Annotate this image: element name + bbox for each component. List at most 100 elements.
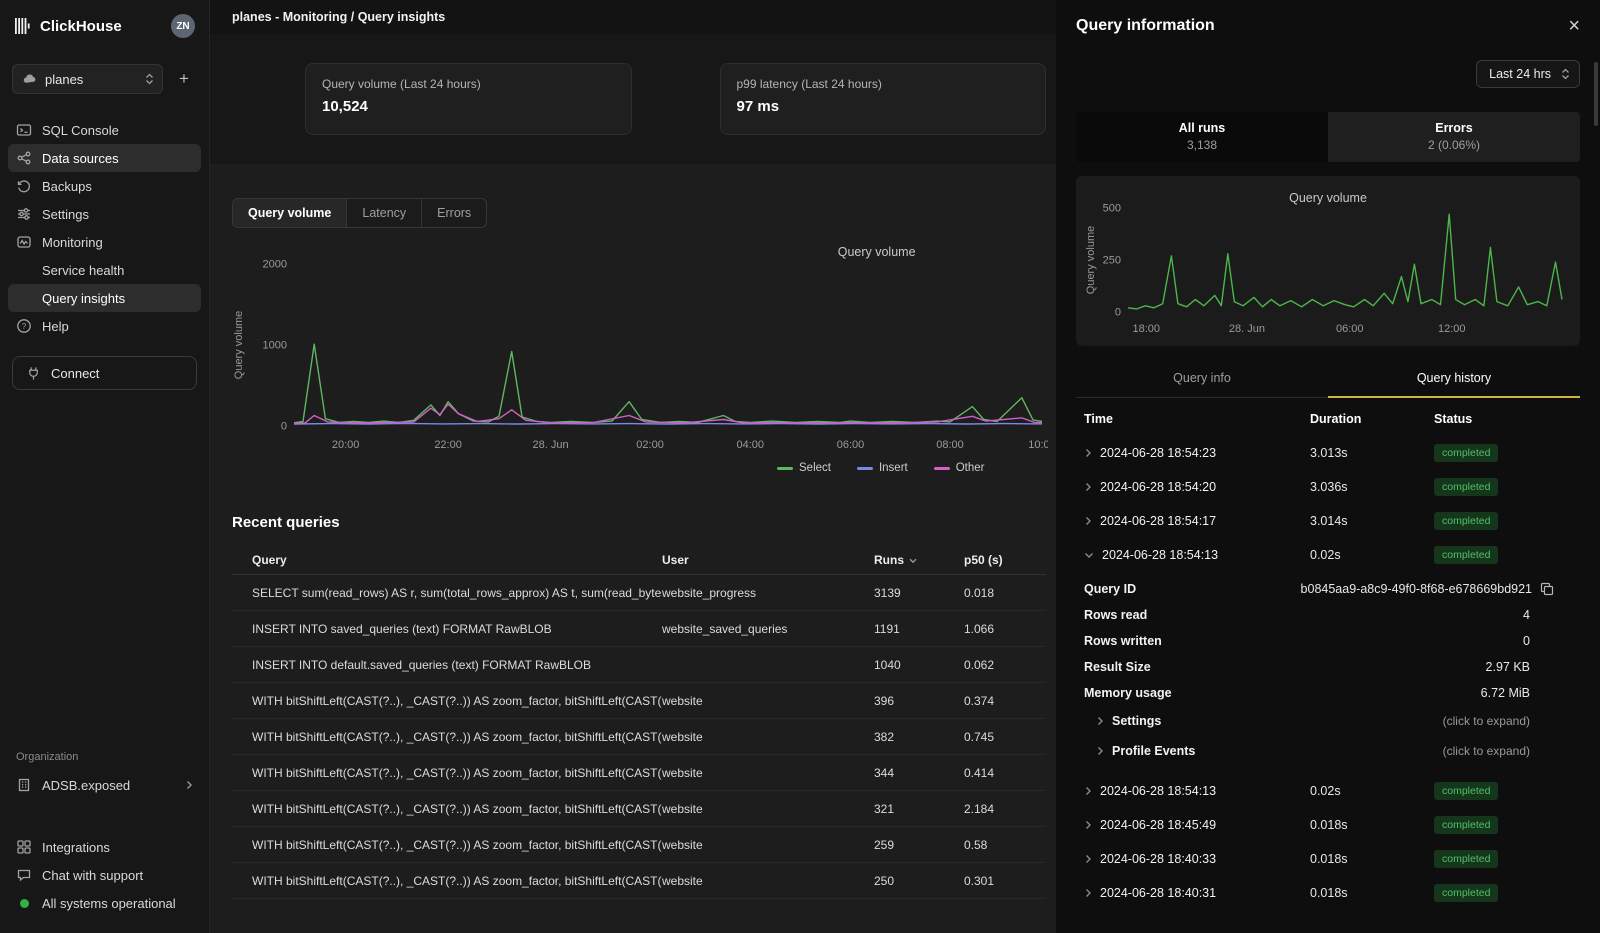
nav-label: Backups bbox=[42, 179, 92, 194]
recent-queries-title: Recent queries bbox=[232, 514, 1046, 531]
query-row[interactable]: WITH bitShiftLeft(CAST(?..), _CAST(?..))… bbox=[232, 863, 1046, 899]
col-header-query[interactable]: Query bbox=[232, 553, 662, 567]
query-row[interactable]: INSERT INTO default.saved_queries (text)… bbox=[232, 647, 1046, 683]
cloud-service-icon bbox=[21, 71, 37, 87]
panel-title: Query information bbox=[1076, 17, 1215, 35]
sidebar-item-query-insights[interactable]: Query insights bbox=[8, 284, 201, 312]
status-badge: completed bbox=[1434, 884, 1498, 902]
time-range-select[interactable]: Last 24 hrs bbox=[1476, 60, 1580, 88]
connect-button[interactable]: Connect bbox=[12, 356, 197, 390]
status-badge: completed bbox=[1434, 478, 1498, 496]
run-time: 2024-06-28 18:54:23 bbox=[1100, 446, 1216, 460]
detail-rows-written: Rows written 0 bbox=[1076, 628, 1580, 654]
detail-memory-usage: Memory usage 6.72 MiB bbox=[1076, 680, 1580, 706]
chevron-right-icon bbox=[1084, 888, 1092, 898]
legend-item[interactable]: Insert bbox=[857, 462, 908, 474]
run-duration: 3.036s bbox=[1310, 480, 1434, 494]
sidebar-item-system-status[interactable]: All systems operational bbox=[8, 889, 201, 917]
query-row[interactable]: SELECT sum(read_rows) AS r, sum(total_ro… bbox=[232, 575, 1046, 611]
chevron-right-icon bbox=[1096, 716, 1104, 726]
legend-item[interactable]: Other bbox=[934, 462, 985, 474]
query-cell: SELECT sum(read_rows) AS r, sum(total_ro… bbox=[232, 586, 662, 600]
sidebar-item-backups[interactable]: Backups bbox=[8, 172, 201, 200]
stat-card-query-volume: Query volume (Last 24 hours) 10,524 bbox=[305, 63, 632, 135]
sidebar-item-service-health[interactable]: Service health bbox=[8, 256, 201, 284]
history-row[interactable]: 2024-06-28 18:40:31 0.018s completed bbox=[1076, 876, 1580, 910]
query-row[interactable]: WITH bitShiftLeft(CAST(?..), _CAST(?..))… bbox=[232, 755, 1046, 791]
query-row[interactable]: WITH bitShiftLeft(CAST(?..), _CAST(?..))… bbox=[232, 683, 1046, 719]
range-row: Last 24 hrs bbox=[1076, 60, 1580, 88]
all-runs-tab[interactable]: All runs 3,138 bbox=[1076, 112, 1328, 162]
add-service-button[interactable]: + bbox=[171, 66, 197, 92]
tab-query-history[interactable]: Query history bbox=[1328, 362, 1580, 398]
plug-icon bbox=[25, 365, 41, 381]
svg-text:0: 0 bbox=[1115, 307, 1121, 319]
query-row[interactable]: WITH bitShiftLeft(CAST(?..), _CAST(?..))… bbox=[232, 719, 1046, 755]
tab-query-volume[interactable]: Query volume bbox=[233, 199, 347, 227]
sidebar-item-settings[interactable]: Settings bbox=[8, 200, 201, 228]
tab-errors[interactable]: Errors bbox=[422, 199, 486, 227]
legend-item[interactable]: Select bbox=[777, 462, 831, 474]
nav-label: Help bbox=[42, 319, 69, 334]
svg-text:250: 250 bbox=[1103, 255, 1121, 267]
chart-legend: Select Insert Other bbox=[777, 462, 1046, 474]
status-badge: completed bbox=[1434, 546, 1498, 564]
sidebar-item-sql-console[interactable]: SQL Console bbox=[8, 116, 201, 144]
history-row[interactable]: 2024-06-28 18:54:20 3.036s completed bbox=[1076, 470, 1580, 504]
sidebar-item-monitoring[interactable]: Monitoring bbox=[8, 228, 201, 256]
breadcrumb: planes - Monitoring / Query insights bbox=[232, 10, 445, 24]
errors-tab[interactable]: Errors 2 (0.06%) bbox=[1328, 112, 1580, 162]
runs-cell: 344 bbox=[874, 766, 964, 780]
tab-query-info[interactable]: Query info bbox=[1076, 362, 1328, 397]
col-header-status: Status bbox=[1434, 412, 1580, 426]
tab-latency[interactable]: Latency bbox=[347, 199, 422, 227]
settings-expander[interactable]: Settings (click to expand) bbox=[1076, 706, 1580, 736]
history-row[interactable]: 2024-06-28 18:40:33 0.018s completed bbox=[1076, 842, 1580, 876]
history-row-expanded[interactable]: 2024-06-28 18:54:13 0.02s completed bbox=[1076, 538, 1580, 572]
history-row[interactable]: 2024-06-28 18:54:17 3.014s completed bbox=[1076, 504, 1580, 538]
svg-text:28. Jun: 28. Jun bbox=[1229, 323, 1265, 335]
chevron-right-icon bbox=[1084, 516, 1092, 526]
detail-label: Rows read bbox=[1084, 608, 1147, 622]
history-row[interactable]: 2024-06-28 18:54:23 3.013s completed bbox=[1076, 436, 1580, 470]
nav-label: Integrations bbox=[42, 840, 110, 855]
run-time: 2024-06-28 18:54:13 bbox=[1102, 548, 1218, 562]
query-row[interactable]: WITH bitShiftLeft(CAST(?..), _CAST(?..))… bbox=[232, 791, 1046, 827]
status-badge: completed bbox=[1434, 850, 1498, 868]
stat-value: 97 ms bbox=[737, 98, 1030, 115]
app-root: ClickHouse ZN planes + SQL Console bbox=[0, 0, 1600, 933]
stats-strip: Query volume (Last 24 hours) 10,524 p99 … bbox=[210, 34, 1056, 164]
close-icon[interactable]: × bbox=[1568, 16, 1580, 36]
svg-text:06:00: 06:00 bbox=[837, 439, 865, 451]
svg-text:06:00: 06:00 bbox=[1336, 323, 1364, 335]
user-cell: website_progress bbox=[662, 586, 874, 600]
run-time: 2024-06-28 18:45:49 bbox=[1100, 818, 1216, 832]
nav-label: Monitoring bbox=[42, 235, 103, 250]
profile-events-expander[interactable]: Profile Events (click to expand) bbox=[1076, 736, 1580, 766]
chevron-right-icon bbox=[1084, 482, 1092, 492]
copy-icon[interactable] bbox=[1540, 582, 1554, 596]
run-time: 2024-06-28 18:54:17 bbox=[1100, 514, 1216, 528]
panel-query-volume-chart: Query volumeQuery volume025050018:0028. … bbox=[1084, 188, 1572, 336]
sidebar-item-data-sources[interactable]: Data sources bbox=[8, 144, 201, 172]
p50-cell: 0.414 bbox=[964, 766, 1046, 780]
query-row[interactable]: INSERT INTO saved_queries (text) FORMAT … bbox=[232, 611, 1046, 647]
run-duration: 0.02s bbox=[1310, 784, 1434, 798]
col-header-p50[interactable]: p50 (s) bbox=[964, 553, 1046, 567]
col-header-runs[interactable]: Runs bbox=[874, 553, 964, 567]
sidebar-item-chat-support[interactable]: Chat with support bbox=[8, 861, 201, 889]
user-cell: website bbox=[662, 766, 874, 780]
query-row[interactable]: WITH bitShiftLeft(CAST(?..), _CAST(?..))… bbox=[232, 827, 1046, 863]
run-time: 2024-06-28 18:54:20 bbox=[1100, 480, 1216, 494]
col-header-user[interactable]: User bbox=[662, 553, 874, 567]
scrollbar-thumb[interactable] bbox=[1594, 62, 1598, 126]
sidebar-item-help[interactable]: ? Help bbox=[8, 312, 201, 340]
user-avatar[interactable]: ZN bbox=[171, 14, 195, 38]
query-cell: WITH bitShiftLeft(CAST(?..), _CAST(?..))… bbox=[232, 694, 662, 708]
errors-label: Errors bbox=[1328, 121, 1580, 135]
service-selector[interactable]: planes bbox=[12, 64, 163, 94]
sidebar-item-integrations[interactable]: Integrations bbox=[8, 833, 201, 861]
history-row[interactable]: 2024-06-28 18:54:13 0.02s completed bbox=[1076, 774, 1580, 808]
history-row[interactable]: 2024-06-28 18:45:49 0.018s completed bbox=[1076, 808, 1580, 842]
organization-selector[interactable]: ADSB.exposed bbox=[8, 771, 201, 799]
